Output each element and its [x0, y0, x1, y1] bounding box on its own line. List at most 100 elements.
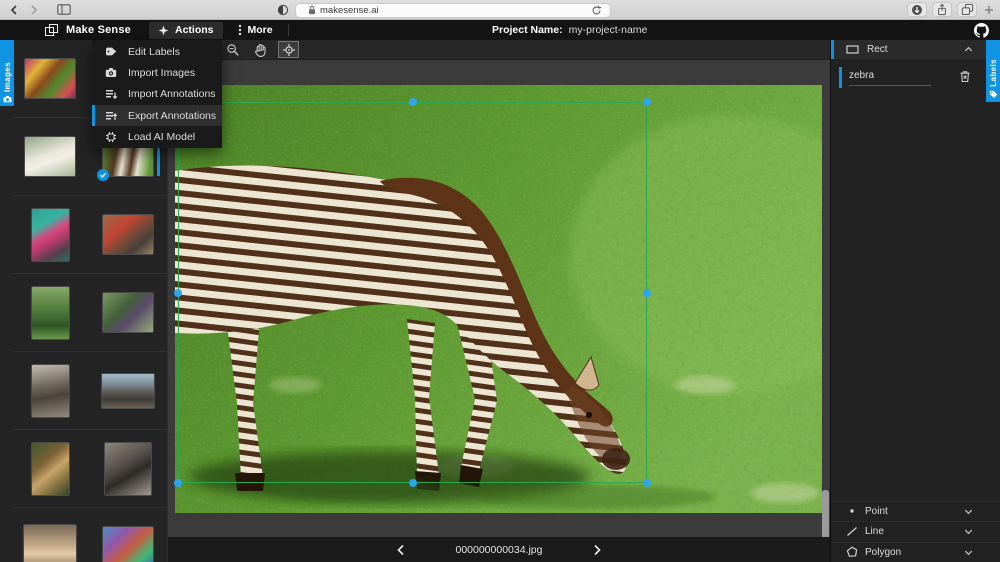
thumb-giraffes[interactable] [12, 430, 88, 508]
resize-handle[interactable] [174, 289, 182, 297]
thumbnail-image[interactable] [32, 443, 69, 495]
thumb-train-tracks[interactable] [88, 352, 168, 430]
drag-icon[interactable] [250, 41, 271, 58]
thumbnail-image[interactable] [103, 215, 153, 254]
rect-icon [846, 44, 859, 55]
more-ellipsis-icon [238, 24, 242, 36]
downloads-icon[interactable] [907, 2, 927, 17]
editor-scrollbar[interactable] [822, 490, 829, 542]
resize-handle[interactable] [643, 479, 651, 487]
tabs-icon[interactable] [957, 2, 977, 17]
app-window: makesense.ai Make Sense [0, 0, 1000, 562]
thumbnail-image[interactable] [32, 287, 69, 339]
thumb-park-dog[interactable] [12, 274, 88, 352]
actions-dropdown-menu: Edit Labels Import Images Import Annotat… [92, 40, 222, 148]
thumb-street-clock[interactable] [12, 352, 88, 430]
camera-icon [105, 67, 117, 78]
page-settings-icon[interactable] [277, 4, 289, 16]
thumb-graffiti[interactable] [88, 508, 168, 562]
thumbnail-image[interactable] [32, 365, 69, 417]
menu-item-export-annotations[interactable]: Export Annotations [92, 105, 222, 126]
thumb-garden-plants[interactable] [88, 274, 168, 352]
expand-chevron-down-icon[interactable] [963, 506, 974, 517]
menu-item-import-annotations[interactable]: Import Annotations [92, 84, 222, 105]
polygon-section-header[interactable]: Polygon [831, 542, 1000, 562]
make-sense-logo-icon [45, 24, 59, 37]
line-section-header[interactable]: Line [831, 521, 1000, 542]
menu-item-import-images[interactable]: Import Images [92, 62, 222, 83]
expand-chevron-down-icon[interactable] [963, 547, 974, 558]
thumbnail-image[interactable] [25, 59, 75, 98]
label-entry-zebra[interactable]: zebra [831, 66, 1000, 90]
resize-handle[interactable] [409, 98, 417, 106]
thumb-bicycles[interactable] [88, 430, 168, 508]
thumbnail-image[interactable] [25, 137, 75, 176]
lock-icon [308, 5, 316, 15]
labels-panel: Rect zebra Point [830, 40, 1000, 562]
tool-sections: Point Line Polygon [831, 501, 1000, 562]
zoom-icon[interactable] [222, 41, 243, 58]
browser-chrome: makesense.ai [0, 0, 1000, 20]
label-name-input[interactable]: zebra [849, 70, 931, 86]
project-name-value[interactable]: my-project-name [569, 24, 648, 36]
topbar-divider [288, 24, 289, 36]
image-filename: 000000000034.jpg [455, 544, 542, 556]
polygon-icon [845, 546, 858, 558]
back-icon[interactable] [6, 2, 22, 18]
import-annotations-icon [105, 88, 117, 100]
thumbnail-image[interactable] [103, 527, 153, 562]
label-icon [105, 46, 117, 57]
share-icon[interactable] [932, 2, 952, 17]
url-bar[interactable]: makesense.ai [295, 3, 611, 18]
reload-icon[interactable] [591, 5, 602, 16]
thumb-dog-in-basket[interactable] [88, 196, 168, 274]
more-menu-button[interactable]: More [229, 22, 282, 39]
thumbnail-image[interactable] [105, 443, 151, 495]
thumb-vase-flowers[interactable] [12, 118, 88, 196]
expand-chevron-down-icon[interactable] [963, 526, 974, 537]
menu-item-load-ai-model[interactable]: Load AI Model [92, 126, 222, 147]
thumbnail-image[interactable] [102, 374, 154, 408]
github-icon[interactable] [974, 23, 989, 38]
point-section-header[interactable]: Point [831, 501, 1000, 522]
editor-toolbar [168, 40, 830, 60]
delete-label-icon[interactable] [958, 69, 972, 83]
resize-handle[interactable] [409, 479, 417, 487]
new-tab-icon[interactable] [982, 2, 996, 17]
project-name: Project Name: my-project-name [492, 20, 647, 40]
labels-tab[interactable]: Labels [986, 40, 1000, 102]
app-name: Make Sense [66, 24, 131, 36]
image-navigation-bar: 000000000034.jpg [168, 537, 830, 562]
actions-sparkle-icon [158, 25, 169, 36]
ai-model-icon [105, 131, 117, 143]
sidebar-toggle-icon[interactable] [56, 2, 72, 18]
collapse-chevron-up-icon[interactable] [963, 44, 974, 55]
thumbnail-image[interactable] [32, 209, 69, 261]
browser-buttons [907, 2, 996, 17]
resize-handle[interactable] [643, 289, 651, 297]
bounding-box[interactable] [178, 102, 647, 483]
thumbnail-image[interactable] [24, 525, 76, 562]
url-text: makesense.ai [320, 5, 379, 16]
camera-icon [3, 95, 12, 103]
previous-image-icon[interactable] [393, 543, 407, 557]
next-image-icon[interactable] [591, 543, 605, 557]
thumb-pink-umbrella[interactable] [12, 196, 88, 274]
line-icon [845, 526, 858, 537]
point-icon [845, 508, 858, 514]
resize-handle[interactable] [643, 98, 651, 106]
annotation-editor[interactable]: 000000000034.jpg [168, 40, 830, 562]
forward-icon[interactable] [26, 2, 42, 18]
rect-section-header[interactable]: Rect [831, 40, 1000, 59]
app-top-bar: Make Sense Actions More Project Name: my… [0, 20, 1000, 40]
thumbnail-image[interactable] [103, 293, 153, 332]
menu-item-edit-labels[interactable]: Edit Labels [92, 41, 222, 62]
images-tab[interactable]: Images [0, 40, 14, 106]
resize-handle[interactable] [174, 479, 182, 487]
crosshair-icon[interactable] [278, 41, 299, 58]
export-annotations-icon [105, 110, 117, 122]
thumb-street-dog[interactable] [12, 508, 88, 562]
actions-menu-button[interactable]: Actions [149, 22, 223, 39]
thumb-bento-food[interactable] [12, 40, 88, 118]
tag-icon [989, 90, 998, 99]
